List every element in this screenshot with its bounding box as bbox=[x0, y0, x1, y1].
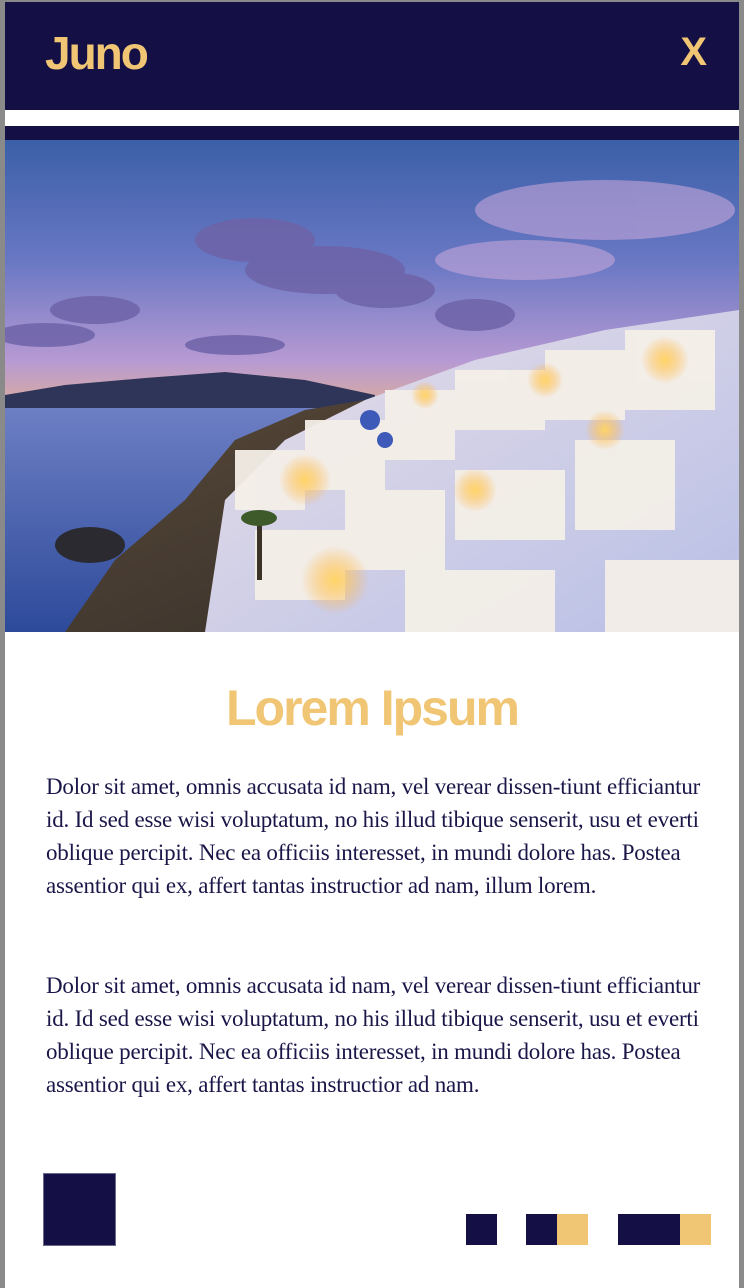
article-paragraph-2: Dolor sit amet, omnis accusata id nam, v… bbox=[46, 973, 701, 1097]
menu-square-button[interactable] bbox=[44, 1174, 115, 1245]
close-button[interactable]: X bbox=[680, 32, 707, 72]
pager-1-square-1 bbox=[466, 1214, 497, 1245]
pager-3-square-1 bbox=[618, 1214, 649, 1245]
brand-logo[interactable]: Juno bbox=[45, 30, 149, 76]
header-divider bbox=[5, 126, 739, 140]
pager-2[interactable] bbox=[526, 1214, 588, 1245]
app-header: Juno X bbox=[5, 2, 739, 110]
pager-2-square-1 bbox=[526, 1214, 557, 1245]
pager-1[interactable] bbox=[466, 1214, 497, 1245]
pager-3-square-3 bbox=[680, 1214, 711, 1245]
article-paragraph-1: Dolor sit amet, omnis accusata id nam, v… bbox=[46, 774, 701, 898]
article-title: Lorem Ipsum bbox=[226, 680, 520, 736]
pager-2-square-2 bbox=[557, 1214, 588, 1245]
pager-3[interactable] bbox=[618, 1214, 711, 1245]
santorini-sunset-photo bbox=[5, 140, 739, 632]
hero-image bbox=[5, 140, 739, 632]
pager-3-square-2 bbox=[649, 1214, 680, 1245]
